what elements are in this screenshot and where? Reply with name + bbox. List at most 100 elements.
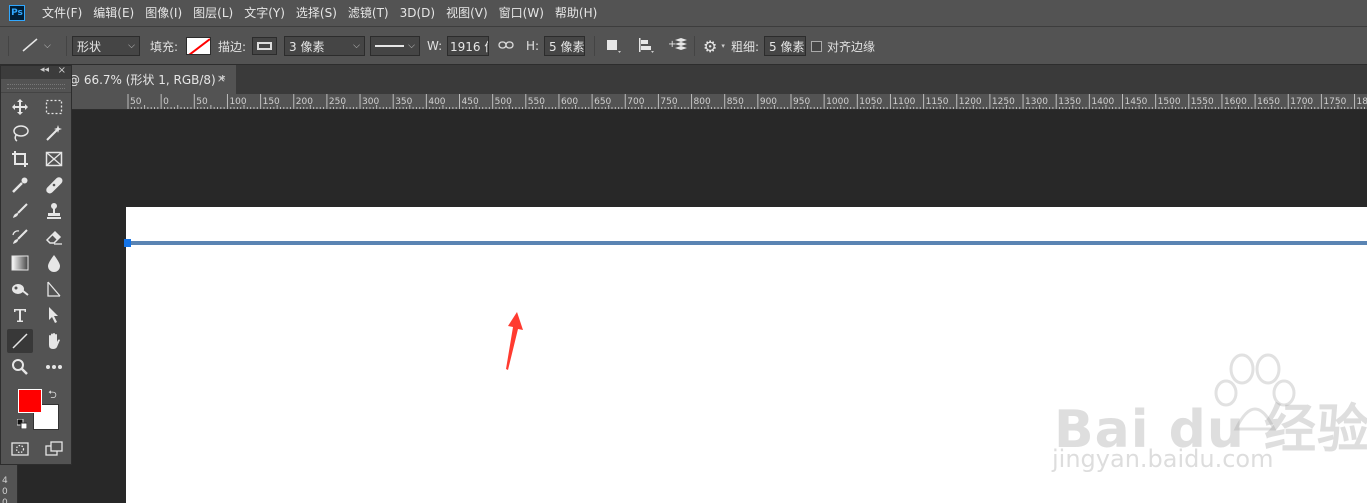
clone-stamp-tool[interactable] [41,199,67,223]
chevron-down-icon: ▾ [721,42,725,50]
fill-label: 填充: [150,39,179,54]
stroke-label: 描边: [218,39,247,54]
close-icon[interactable]: × [58,65,66,76]
photoshop-logo: Ps [9,5,25,21]
brush-tool[interactable] [7,199,33,223]
watermark-url: jingyan.baidu.com [1052,445,1274,473]
ruler-label: 1150 [926,97,949,107]
pen-path-icon [47,281,61,297]
ruler-ticks: 50 0 50 100 150 200 250 300 350 400 450 500 550 600 65… [127,94,1367,109]
tools-panel: ◂◂ × ⮌ [0,65,72,465]
ruler-label: 1550 [1191,97,1214,107]
ruler-label: 1250 [992,97,1015,107]
align-edges-checkbox[interactable] [811,40,822,52]
quick-mask-icon [11,442,29,456]
ruler-label: 1050 [859,97,882,107]
magnifier-icon [12,359,28,375]
ruler-label: 0 [2,498,8,503]
path-selection-tool[interactable] [41,277,67,301]
width-input[interactable]: 1916 像 [447,36,489,56]
menu-layer[interactable]: 图层(L) [188,0,238,26]
no-fill-slash-icon [188,38,210,54]
ruler-label: 1800 [1357,97,1367,107]
blur-tool[interactable] [41,251,67,275]
tools-panel-header: ◂◂ × [1,65,71,79]
arrow-cursor-icon [49,307,58,323]
path-arrangement-icon[interactable]: + [668,37,688,56]
path-alignment-icon[interactable] [637,37,655,56]
marquee-icon [45,99,63,115]
line-shape[interactable] [126,241,1367,245]
magic-wand-tool[interactable] [41,121,67,145]
tool-preset-picker[interactable]: ⌵ [20,27,51,65]
crop-tool[interactable] [7,147,33,171]
foreground-color-swatch[interactable] [18,389,42,413]
menu-select[interactable]: 选择(S) [291,0,342,26]
more-tools[interactable] [41,355,67,379]
move-tool[interactable] [7,95,33,119]
marquee-tool[interactable] [41,95,67,119]
direct-selection-tool[interactable] [41,303,67,327]
history-brush-icon [12,229,28,244]
bandage-icon [46,177,63,194]
swap-colors-icon[interactable]: ⮌ [48,386,57,405]
type-icon [14,309,26,322]
close-icon[interactable]: × [217,72,226,85]
line-tool[interactable] [7,329,33,353]
history-brush-tool[interactable] [7,225,33,249]
stroke-swatch[interactable] [252,37,277,55]
zoom-tool[interactable] [7,355,33,379]
gear-icon[interactable]: ⚙ [703,37,717,56]
screen-mode-tool[interactable] [41,437,67,461]
dodge-icon [12,284,29,296]
menu-type[interactable]: 文字(Y) [239,0,290,26]
eraser-tool[interactable] [41,225,67,249]
tools-panel-grip[interactable] [1,79,71,93]
canvas-area[interactable]: Bai du 经验 jingyan.baidu.com [18,110,1367,503]
options-bar: ⌵ 形状 ⌵ 填充: 描边: 3 像素 ⌵ ⌵ W: 1916 H: 5 像素 … [0,26,1367,65]
ruler-label: 1600 [1224,97,1247,107]
collapse-icon[interactable]: ◂◂ [40,65,49,75]
menu-edit[interactable]: 编辑(E) [88,0,139,26]
stroke-width-select[interactable]: 3 像素 ⌵ [284,36,365,56]
svg-text:+: + [668,39,676,50]
lasso-tool[interactable] [7,121,33,145]
gradient-tool[interactable] [7,251,33,275]
stroke-width-value: 3 像素 [289,39,325,54]
height-input[interactable]: 5 像素 [544,36,585,56]
height-label: H: [526,39,540,53]
ruler-label: 1450 [1125,97,1148,107]
frame-icon [45,151,63,167]
document-tab[interactable]: @ 66.7% (形状 1, RGB/8) * × [60,65,236,94]
dodge-tool[interactable] [7,277,33,301]
tool-mode-select[interactable]: 形状 ⌵ [72,36,140,56]
link-icon[interactable] [498,39,514,53]
document-canvas[interactable]: Bai du 经验 jingyan.baidu.com [124,207,1367,503]
ruler-label: 1650 [1257,97,1280,107]
frame-tool[interactable] [41,147,67,171]
default-colors-icon[interactable] [17,419,27,429]
chevron-down-icon: ⌵ [408,41,415,51]
menu-file[interactable]: 文件(F) [37,0,87,26]
eyedropper-tool[interactable] [7,173,33,197]
menu-help[interactable]: 帮助(H) [550,0,602,26]
menu-view[interactable]: 视图(V) [441,0,493,26]
fill-swatch[interactable] [186,37,211,55]
width-label: W: [427,39,443,53]
quick-mask-tool[interactable] [7,437,33,461]
stroke-type-select[interactable]: ⌵ [370,36,420,56]
menu-filter[interactable]: 滤镜(T) [343,0,394,26]
lasso-icon [13,125,29,142]
ruler-label: 0 [163,97,169,107]
weight-input[interactable]: 5 像素 [764,36,806,56]
align-edges-label: 对齐边缘 [827,39,876,54]
hand-tool[interactable] [41,329,67,353]
anchor-point[interactable] [124,239,131,247]
menu-3d[interactable]: 3D(D) [395,0,440,26]
type-tool[interactable] [7,303,33,327]
chevron-down-icon: ⌵ [353,41,360,51]
menu-image[interactable]: 图像(I) [140,0,187,26]
menu-window[interactable]: 窗口(W) [494,0,549,26]
path-operations-icon[interactable] [605,37,621,56]
healing-brush-tool[interactable] [41,173,67,197]
